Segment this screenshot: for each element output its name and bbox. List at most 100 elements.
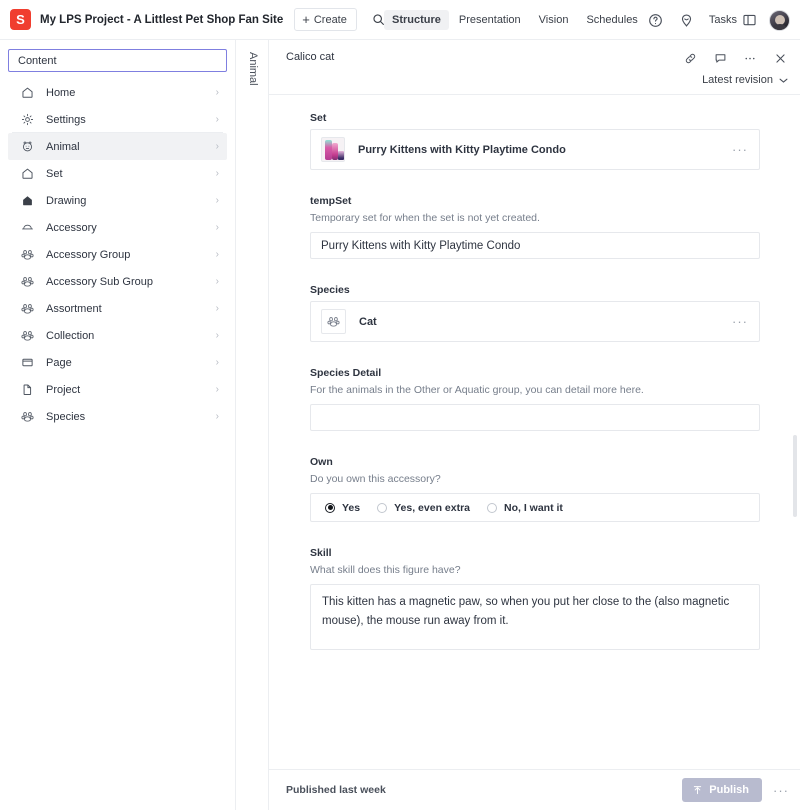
radio-option-yes[interactable]: Yes xyxy=(325,502,360,514)
hat-icon xyxy=(20,220,35,235)
paw-icon xyxy=(20,328,35,343)
sidebar-item-species[interactable]: Species › xyxy=(8,403,227,430)
radio-label: Yes xyxy=(342,501,361,514)
reference-title: Purry Kittens with Kitty Playtime Condo xyxy=(358,143,566,156)
sidebar-item-label: Species xyxy=(46,410,86,423)
field-label: Own xyxy=(310,456,333,468)
app-logo[interactable]: S xyxy=(10,9,31,30)
sidebar-item-accessory-group[interactable]: Accessory Group › xyxy=(8,241,227,268)
paw-icon xyxy=(20,247,35,262)
sidebar-item-settings[interactable]: Settings › xyxy=(8,106,227,133)
chevron-right-icon: › xyxy=(215,383,219,395)
field-description: Temporary set for when the set is not ye… xyxy=(310,212,540,224)
publish-button-label: Publish xyxy=(709,784,749,796)
close-icon[interactable] xyxy=(771,49,789,67)
sidebar-item-set[interactable]: Set › xyxy=(8,160,227,187)
sidebar-item-label: Home xyxy=(46,86,76,99)
sidebar-item-label: Assortment xyxy=(46,302,102,315)
paw-icon xyxy=(20,274,35,289)
avatar[interactable] xyxy=(769,9,790,31)
field-label: Species Detail xyxy=(310,367,382,379)
radio-dot xyxy=(377,502,388,513)
vertical-scrollbar[interactable] xyxy=(793,435,797,517)
radio-label: Yes, even extra xyxy=(394,501,470,514)
sidebar-item-label: Settings xyxy=(46,113,86,126)
create-button-label: Create xyxy=(313,13,347,26)
field-species: Species Cat ··· xyxy=(310,284,760,342)
sidebar-item-accessory[interactable]: Accessory › xyxy=(8,214,227,241)
more-options-icon[interactable] xyxy=(741,49,759,67)
document-body: Set Purry Kittens with Kitty Playtime Co… xyxy=(269,95,800,771)
sidebar-header-label: Content xyxy=(18,54,57,67)
document-footer: Published last week Publish ··· xyxy=(269,769,800,810)
field-label: Set xyxy=(310,112,327,124)
field-set: Set Purry Kittens with Kitty Playtime Co… xyxy=(310,112,760,170)
chevron-right-icon: › xyxy=(215,410,219,422)
home-filled-icon xyxy=(20,193,35,208)
sidebar-item-label: Accessory Sub Group xyxy=(46,275,153,288)
sidebar-item-home[interactable]: Home › xyxy=(8,79,227,106)
field-description: For the animals in the Other or Aquatic … xyxy=(310,384,644,396)
radio-label: No, I want it xyxy=(504,501,563,514)
revision-selector[interactable]: Latest revision xyxy=(702,74,788,86)
field-description: Do you own this accessory? xyxy=(310,473,441,485)
sidebar-item-collection[interactable]: Collection › xyxy=(8,322,227,349)
tasks-button[interactable]: Tasks xyxy=(709,14,756,26)
tab-vision[interactable]: Vision xyxy=(531,10,577,30)
own-radio-group: Yes Yes, even extra No, I want it xyxy=(310,493,760,522)
field-species-detail: Species Detail For the animals in the Ot… xyxy=(310,367,760,431)
nav-tabs: Structure Presentation Vision Schedules xyxy=(384,0,646,40)
revision-label: Latest revision xyxy=(702,74,773,86)
help-circle-icon[interactable] xyxy=(647,11,665,29)
sidebar-item-accessory-sub-group[interactable]: Accessory Sub Group › xyxy=(8,268,227,295)
field-own: Own Do you own this accessory? Yes Yes, … xyxy=(310,456,760,522)
tab-structure[interactable]: Structure xyxy=(384,10,449,30)
publish-button[interactable]: Publish xyxy=(682,778,762,802)
sidebar-item-page[interactable]: Page › xyxy=(8,349,227,376)
footer-more-icon[interactable]: ··· xyxy=(773,784,789,797)
sidebar: Content Home › Settings › Animal › Set ›… xyxy=(0,40,236,810)
sidebar-item-assortment[interactable]: Assortment › xyxy=(8,295,227,322)
set-thumbnail xyxy=(321,137,345,162)
chevron-right-icon: › xyxy=(215,329,219,341)
field-tempset: tempSet Temporary set for when the set i… xyxy=(310,195,760,259)
paw-icon xyxy=(20,409,35,424)
sidebar-item-project[interactable]: Project › xyxy=(8,376,227,403)
sidebar-item-label: Accessory Group xyxy=(46,248,131,261)
reference-card-species[interactable]: Cat ··· xyxy=(310,301,760,342)
chevron-right-icon: › xyxy=(215,221,219,233)
create-button[interactable]: + Create xyxy=(294,8,357,31)
radio-option-yes-even-extra[interactable]: Yes, even extra xyxy=(377,502,470,514)
sidebar-item-animal[interactable]: Animal › xyxy=(8,132,227,160)
sidebar-item-label: Accessory xyxy=(46,221,97,234)
alien-icon[interactable] xyxy=(678,11,696,29)
tab-presentation[interactable]: Presentation xyxy=(451,10,529,30)
skill-textarea[interactable] xyxy=(310,584,760,650)
paw-icon xyxy=(20,301,35,316)
chevron-right-icon: › xyxy=(215,140,219,152)
sidebar-header[interactable]: Content xyxy=(8,49,227,72)
tab-schedules[interactable]: Schedules xyxy=(578,10,645,30)
sidebar-item-drawing[interactable]: Drawing › xyxy=(8,187,227,214)
tasks-label: Tasks xyxy=(708,14,737,26)
reference-more-icon[interactable]: ··· xyxy=(732,315,748,328)
radio-option-no-i-want-it[interactable]: No, I want it xyxy=(487,502,563,514)
link-icon[interactable] xyxy=(681,49,699,67)
document-form: Set Purry Kittens with Kitty Playtime Co… xyxy=(269,95,800,655)
document-vertical-tab[interactable]: Animal xyxy=(236,40,269,810)
reference-card-set[interactable]: Purry Kittens with Kitty Playtime Condo … xyxy=(310,129,760,170)
project-title: My LPS Project - A Littlest Pet Shop Fan… xyxy=(40,13,284,26)
sidebar-item-label: Animal xyxy=(46,140,80,153)
field-skill: Skill What skill does this figure have? xyxy=(310,547,760,655)
page-title: Calico cat xyxy=(286,51,335,63)
species-detail-input[interactable] xyxy=(310,404,760,431)
comment-icon[interactable] xyxy=(711,49,729,67)
tempset-input[interactable] xyxy=(310,232,760,259)
document-pane: Animal Calico cat Latest revision Set Pu… xyxy=(236,40,800,810)
sidebar-item-label: Project xyxy=(46,383,81,396)
publish-status: Published last week xyxy=(286,784,386,796)
upload-icon xyxy=(692,785,703,796)
reference-more-icon[interactable]: ··· xyxy=(732,143,748,156)
plus-icon: + xyxy=(302,12,310,27)
field-description: What skill does this figure have? xyxy=(310,564,461,576)
